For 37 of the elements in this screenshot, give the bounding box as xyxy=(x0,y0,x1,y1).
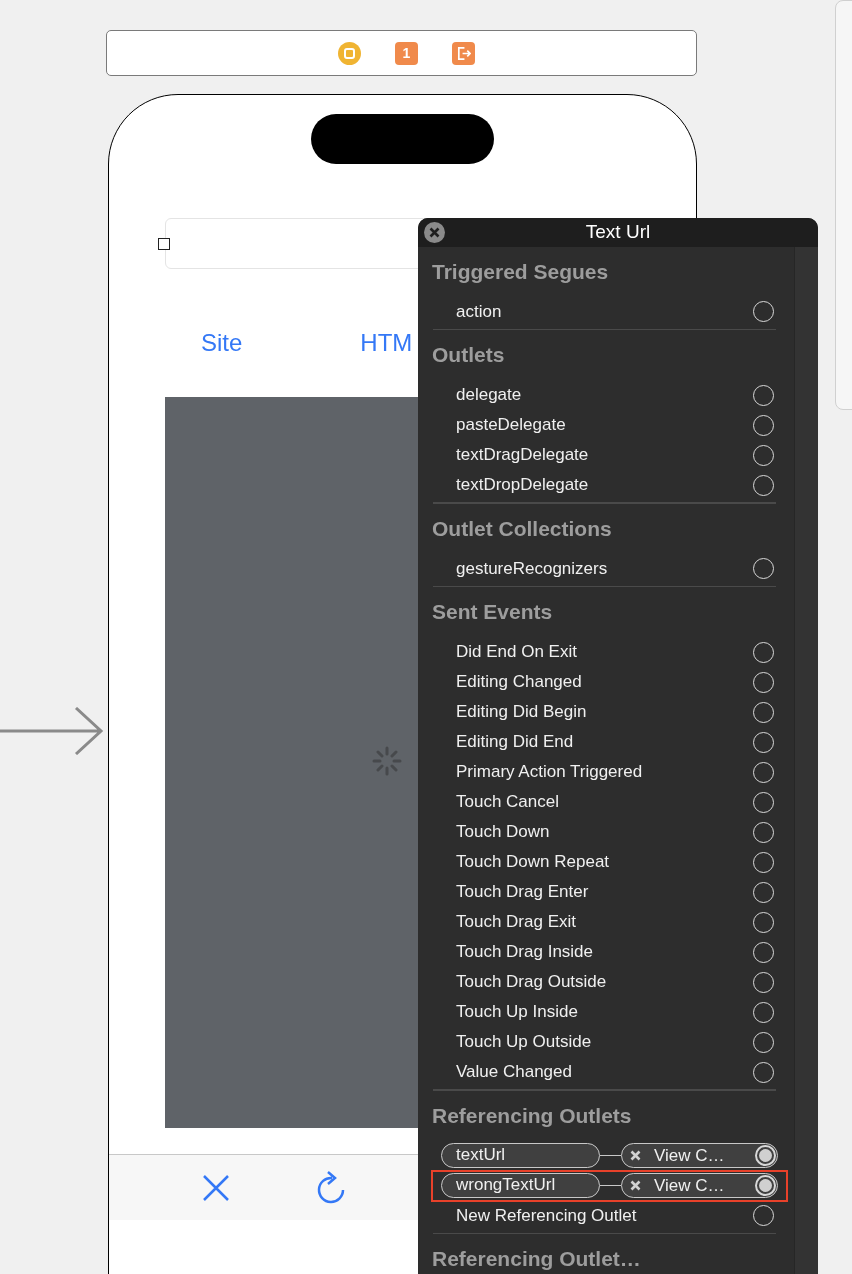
segment-button[interactable]: HTM xyxy=(360,328,413,358)
outlet-label: Did End On Exit xyxy=(456,641,578,664)
outlet-label: Editing Did End xyxy=(456,731,575,754)
outlet-label: Touch Cancel xyxy=(456,791,560,814)
outlet-label: textDragDelegate xyxy=(456,444,590,467)
outlet-pill[interactable]: textUrl xyxy=(441,1143,600,1168)
outlet-label: Editing Changed xyxy=(456,671,583,694)
segment-button[interactable]: Site xyxy=(201,328,243,358)
target-label: View C… xyxy=(653,1144,726,1167)
popup-title: Text Url xyxy=(585,220,651,244)
outlet-label: Touch Down xyxy=(456,821,551,844)
outlet-label: Touch Drag Outside xyxy=(456,971,608,994)
outlet-label: gestureRecognizers xyxy=(456,557,609,580)
target-pill[interactable]: View C… xyxy=(621,1173,778,1198)
outlet-label: Touch Up Outside xyxy=(456,1031,593,1054)
outlet-label: Touch Drag Enter xyxy=(456,881,590,904)
outlet-label: Touch Down Repeat xyxy=(456,851,611,874)
outlet-label: Value Changed xyxy=(456,1061,573,1084)
target-label: View C… xyxy=(653,1174,726,1197)
section-heading: Referencing Outlet… xyxy=(432,1246,641,1273)
outlet-label: Touch Drag Inside xyxy=(456,941,595,964)
target-pill[interactable]: View C… xyxy=(621,1143,778,1168)
section-heading: Triggered Segues xyxy=(432,258,609,285)
outlet-label: Touch Drag Exit xyxy=(456,911,577,934)
section-heading: Referencing Outlets xyxy=(432,1102,632,1129)
outlet-pill[interactable]: wrongTextUrl xyxy=(441,1173,600,1198)
outlet-label: delegate xyxy=(456,384,523,407)
outlet-label: Touch Up Inside xyxy=(456,1001,579,1024)
section-heading: Outlet Collections xyxy=(432,515,612,542)
outlet-label: Editing Did Begin xyxy=(456,701,588,724)
outlet-label: textDropDelegate xyxy=(456,474,590,497)
outlet-label: pasteDelegate xyxy=(456,414,567,437)
outlet-label: action xyxy=(456,300,503,323)
section-heading: Sent Events xyxy=(432,599,553,626)
outlet-label: Primary Action Triggered xyxy=(456,761,644,784)
outlet-label: New Referencing Outlet xyxy=(456,1204,638,1227)
section-heading: Outlets xyxy=(432,342,505,369)
